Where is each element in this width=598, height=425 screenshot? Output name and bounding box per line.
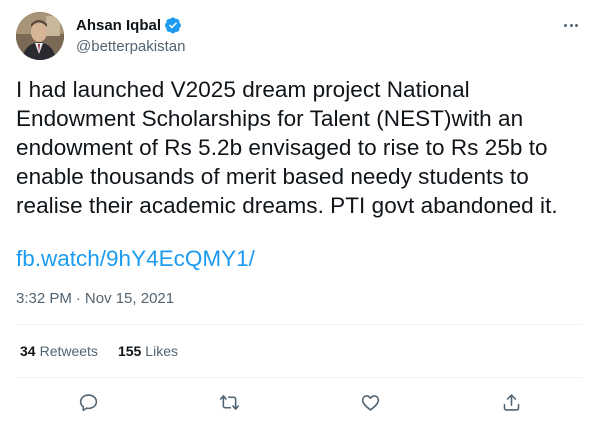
retweet-icon <box>219 394 239 410</box>
reply-icon <box>79 393 97 411</box>
retweet-button[interactable] <box>216 389 242 415</box>
reply-button[interactable] <box>75 389 101 415</box>
divider <box>16 377 582 378</box>
avatar[interactable] <box>16 12 64 60</box>
tweet-timestamp[interactable]: 3:32 PM · Nov 15, 2021 <box>16 289 174 309</box>
tweet-card: Ahsan Iqbal @betterpakistan I had launch… <box>0 0 598 425</box>
tweet-stats: 34 Retweets 155 Likes <box>20 341 198 361</box>
tweet-text: I had launched V2025 dream project Natio… <box>16 77 558 218</box>
like-icon <box>361 394 379 411</box>
retweets-stat[interactable]: 34 Retweets <box>20 341 98 361</box>
more-icon[interactable] <box>560 14 582 36</box>
likes-count: 155 <box>117 343 142 359</box>
divider <box>16 324 582 325</box>
author-handle[interactable]: @betterpakistan <box>76 37 185 57</box>
retweets-label: Retweets <box>39 343 98 359</box>
verified-badge-icon <box>164 16 182 34</box>
likes-label: Likes <box>145 343 178 359</box>
tweet-actions <box>16 389 582 415</box>
tweet-header: Ahsan Iqbal @betterpakistan <box>16 12 582 60</box>
author-names: Ahsan Iqbal @betterpakistan <box>76 15 185 57</box>
retweets-count: 34 <box>20 343 36 359</box>
like-button[interactable] <box>357 389 383 415</box>
likes-stat[interactable]: 155 Likes <box>118 341 178 361</box>
share-icon <box>503 393 519 411</box>
author-display-name[interactable]: Ahsan Iqbal <box>76 17 161 34</box>
meta-separator: · <box>75 290 81 307</box>
tweet-date[interactable]: Nov 15, 2021 <box>85 289 174 309</box>
tweet-link[interactable]: fb.watch/9hY4EcQMY1/ <box>16 244 255 273</box>
share-button[interactable] <box>498 389 524 415</box>
tweet-time[interactable]: 3:32 PM <box>16 289 72 309</box>
